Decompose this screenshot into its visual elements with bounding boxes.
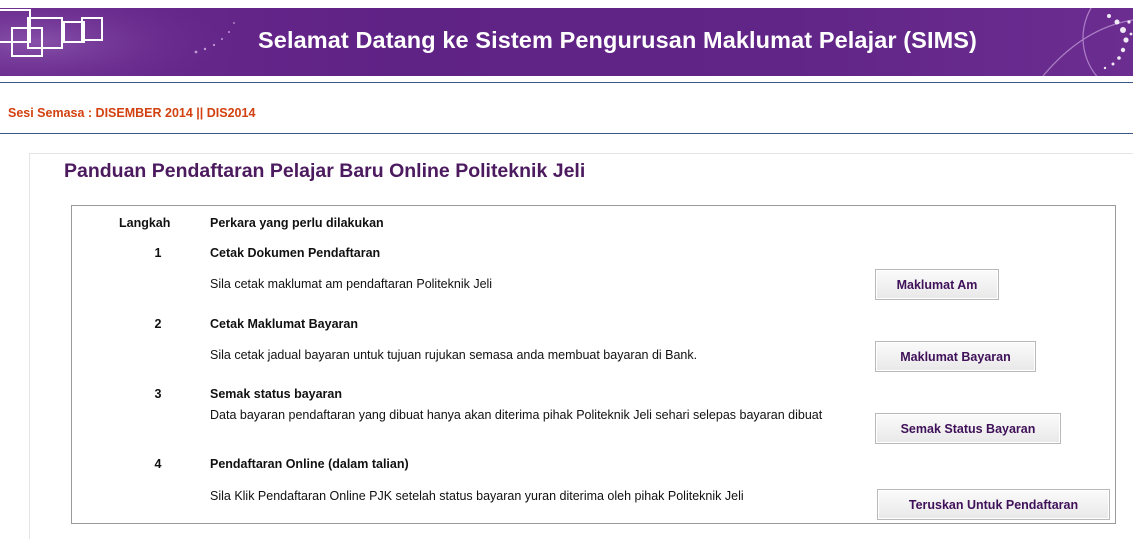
session-divider	[0, 133, 1133, 134]
session-label: Sesi Semasa : DISEMBER 2014 || DIS2014	[8, 106, 256, 120]
step-title: Cetak Dokumen Pendaftaran	[210, 246, 381, 260]
banner-decoration	[1042, 8, 1133, 76]
teruskan-pendaftaran-button[interactable]: Teruskan Untuk Pendaftaran	[877, 489, 1110, 520]
step-description: Sila Klik Pendaftaran Online PJK setelah…	[210, 489, 744, 503]
step-description: Data bayaran pendaftaran yang dibuat han…	[210, 408, 823, 422]
step-number: 4	[154, 457, 162, 471]
step-description: Sila cetak jadual bayaran untuk tujuan r…	[210, 348, 698, 362]
step-number: 2	[154, 317, 162, 331]
column-header-task: Perkara yang perlu dilakukan	[210, 216, 384, 230]
semak-status-bayaran-button[interactable]: Semak Status Bayaran	[875, 413, 1061, 444]
sims-logo-icon	[0, 8, 240, 76]
header-divider	[0, 82, 1133, 83]
step-title: Semak status bayaran	[210, 387, 343, 401]
step-title: Cetak Maklumat Bayaran	[210, 317, 358, 331]
header-banner: Selamat Datang ke Sistem Pengurusan Makl…	[0, 8, 1133, 76]
maklumat-am-button[interactable]: Maklumat Am	[875, 269, 999, 300]
page-title: Panduan Pendaftaran Pelajar Baru Online …	[64, 160, 586, 182]
maklumat-bayaran-button[interactable]: Maklumat Bayaran	[875, 341, 1036, 372]
registration-steps-table: Langkah Perkara yang perlu dilakukan 1 C…	[71, 205, 1116, 524]
column-header-step: Langkah	[119, 216, 171, 230]
step-number: 1	[154, 246, 162, 260]
site-title: Selamat Datang ke Sistem Pengurusan Makl…	[258, 27, 977, 53]
step-number: 3	[154, 387, 162, 401]
step-description: Sila cetak maklumat am pendaftaran Polit…	[210, 277, 493, 291]
step-title: Pendaftaran Online (dalam talian)	[210, 457, 409, 471]
